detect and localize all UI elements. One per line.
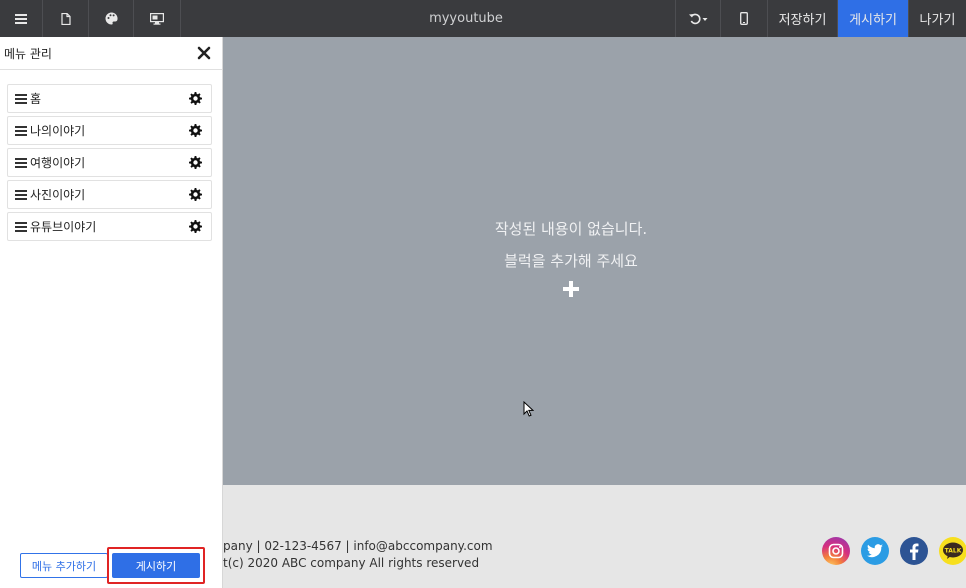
footer-copyright: t(c) 2020 ABC company All rights reserve… [223,556,480,570]
undo-button[interactable] [675,0,721,37]
menu-item-label: 나의이야기 [30,124,86,138]
page-button[interactable] [43,0,89,37]
monitor-icon [150,12,164,25]
gear-icon[interactable] [189,92,202,105]
exit-button[interactable]: 나가기 [909,0,966,37]
page-canvas[interactable]: 작성된 내용이 없습니다. 블럭을 추가해 주세요 [223,37,966,485]
mouse-cursor-icon [523,401,534,417]
design-button[interactable] [89,0,134,37]
undo-icon [689,13,708,24]
drag-handle-icon[interactable] [15,125,27,136]
highlight-box: 게시하기 [107,547,205,584]
close-icon[interactable] [196,45,212,61]
mobile-view-button[interactable] [721,0,768,37]
site-title: myyoutube [429,11,503,26]
exit-label: 나가기 [919,13,956,28]
empty-message: 작성된 내용이 없습니다. [494,220,648,238]
instagram-icon[interactable] [822,537,850,565]
menu-item-label: 사진이야기 [30,188,86,202]
menu-item-label: 유튜브이야기 [30,220,97,234]
panel-header: 메뉴 관리 [0,37,222,70]
drag-handle-icon[interactable] [15,221,27,232]
menu-item-label: 여행이야기 [30,156,86,170]
menu-item-my-story[interactable]: 나의이야기 [7,116,212,145]
drag-handle-icon[interactable] [15,157,27,168]
add-block-plus-icon[interactable] [563,281,579,297]
add-block-hint: 블럭을 추가해 주세요 [504,252,638,270]
panel-title: 메뉴 관리 [4,46,52,61]
menu-management-panel: 메뉴 관리 홈 나의이야기 여행이야기 사진이야기 유튜브이야기 메뉴 추가하기… [0,37,223,588]
gear-icon[interactable] [189,156,202,169]
add-menu-button[interactable]: 메뉴 추가하기 [20,553,108,578]
preview-button[interactable] [134,0,181,37]
sidebar-publish-button[interactable]: 게시하기 [112,553,200,578]
drag-handle-icon[interactable] [15,93,27,104]
menu-item-youtube-story[interactable]: 유튜브이야기 [7,212,212,241]
menu-item-photo-story[interactable]: 사진이야기 [7,180,212,209]
twitter-icon[interactable] [861,537,889,565]
gear-icon[interactable] [189,188,202,201]
gear-icon[interactable] [189,220,202,233]
save-label: 저장하기 [778,13,827,28]
gear-icon[interactable] [189,124,202,137]
mobile-icon [740,12,748,25]
menu-item-home[interactable]: 홈 [7,84,212,113]
top-toolbar: myyoutube 저장하기 게시하기 나가기 [0,0,966,37]
hamburger-menu-button[interactable] [0,0,43,37]
menu-item-travel-story[interactable]: 여행이야기 [7,148,212,177]
footer-contact: pany | 02-123-4567 | info@abccompany.com [223,539,493,553]
hamburger-icon [15,13,27,24]
save-button[interactable]: 저장하기 [768,0,838,37]
kakao-text: TALK [945,548,962,555]
file-icon [60,12,71,25]
publish-label: 게시하기 [849,13,897,28]
kakaotalk-icon[interactable]: TALK [939,537,966,565]
publish-button[interactable]: 게시하기 [838,0,909,37]
menu-item-label: 홈 [30,92,42,106]
palette-icon [105,12,118,25]
site-footer: pany | 02-123-4567 | info@abccompany.com… [223,485,966,588]
drag-handle-icon[interactable] [15,189,27,200]
facebook-icon[interactable] [900,537,928,565]
